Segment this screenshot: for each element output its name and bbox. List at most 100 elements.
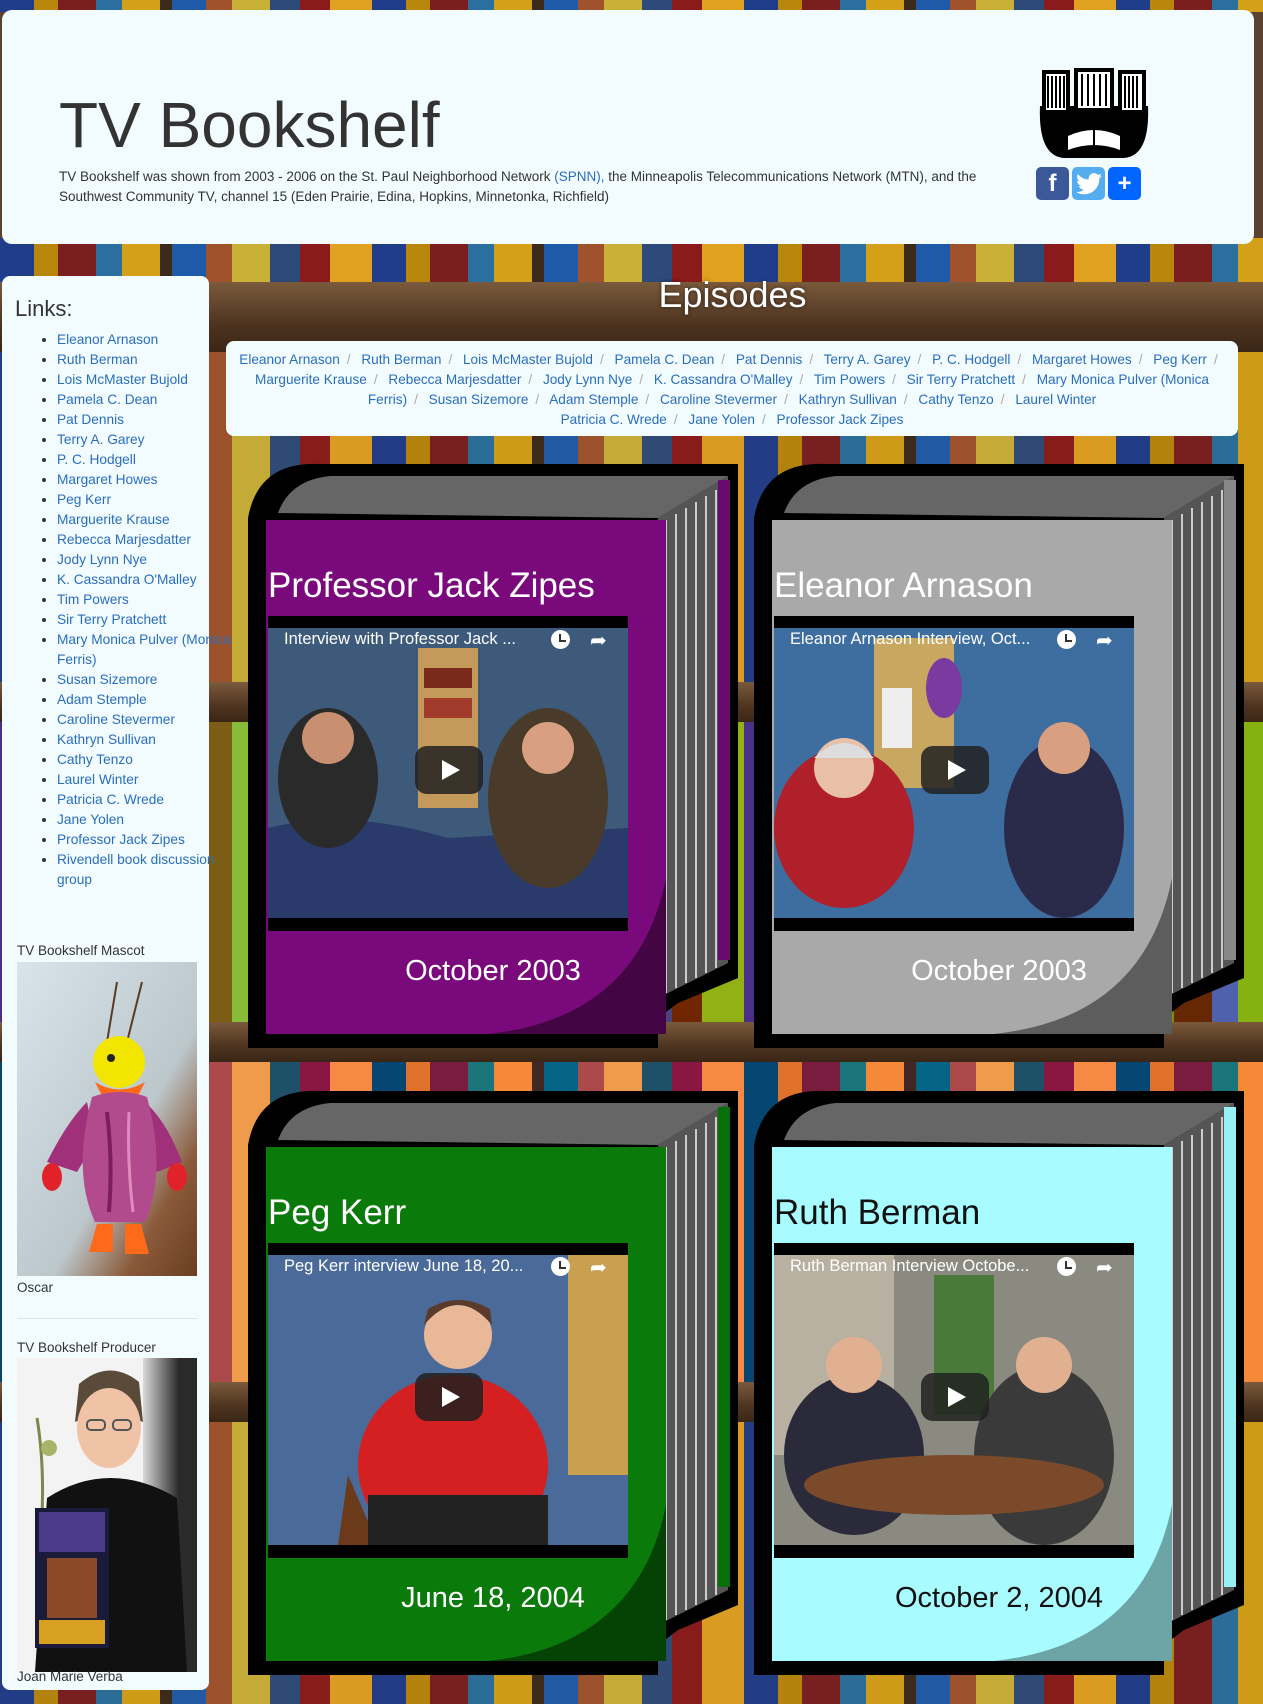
- breadcrumb-link[interactable]: Sir Terry Pratchett: [907, 372, 1016, 387]
- breadcrumb-link[interactable]: Laurel Winter: [1015, 392, 1096, 407]
- episode-guest-name: Eleanor Arnason: [774, 566, 1033, 605]
- sidebar-item: Jane Yolen: [57, 810, 247, 830]
- producer-caption: Joan Marie Verba: [17, 1669, 123, 1684]
- sidebar-link[interactable]: Eleanor Arnason: [57, 332, 158, 347]
- sidebar-link[interactable]: Marguerite Krause: [57, 512, 170, 527]
- sidebar-item: Jody Lynn Nye: [57, 550, 247, 570]
- sidebar-item: Patricia C. Wrede: [57, 790, 247, 810]
- breadcrumb-separator: /: [903, 392, 908, 407]
- share-icon[interactable]: ➦: [590, 628, 607, 653]
- breadcrumb-link[interactable]: Eleanor Arnason: [239, 352, 340, 367]
- video-player[interactable]: Eleanor Arnason Interview, Oct... ➦: [774, 616, 1134, 931]
- sidebar-link[interactable]: K. Cassandra O'Malley: [57, 572, 197, 587]
- mascot-heading: TV Bookshelf Mascot: [17, 943, 145, 958]
- video-title[interactable]: Interview with Professor Jack ...: [284, 630, 534, 649]
- facebook-icon[interactable]: f: [1036, 167, 1069, 200]
- sidebar-link[interactable]: Kathryn Sullivan: [57, 732, 156, 747]
- sidebar-link[interactable]: Jody Lynn Nye: [57, 552, 147, 567]
- video-title[interactable]: Eleanor Arnason Interview, Oct...: [790, 630, 1040, 649]
- breadcrumb-link[interactable]: Susan Sizemore: [429, 392, 529, 407]
- sidebar-link[interactable]: Tim Powers: [57, 592, 129, 607]
- sidebar-item: Marguerite Krause: [57, 510, 247, 530]
- breadcrumb-separator: /: [414, 392, 418, 407]
- add-share-icon[interactable]: +: [1108, 167, 1141, 200]
- sidebar-link[interactable]: Lois McMaster Bujold: [57, 372, 188, 387]
- sidebar-link[interactable]: P. C. Hodgell: [57, 452, 136, 467]
- sidebar-link[interactable]: Pamela C. Dean: [57, 392, 157, 407]
- breadcrumb-link[interactable]: Pat Dennis: [736, 352, 803, 367]
- sidebar-link[interactable]: Laurel Winter: [57, 772, 138, 787]
- sidebar-link[interactable]: Adam Stemple: [57, 692, 147, 707]
- breadcrumb-separator: /: [721, 352, 726, 367]
- breadcrumb-link[interactable]: P. C. Hodgell: [932, 352, 1010, 367]
- play-button[interactable]: [921, 1373, 989, 1421]
- breadcrumb-link[interactable]: Margaret Howes: [1032, 352, 1132, 367]
- sidebar-link[interactable]: Peg Kerr: [57, 492, 111, 507]
- spnn-link[interactable]: (SPNN),: [554, 169, 604, 184]
- watch-later-icon[interactable]: [1057, 630, 1076, 649]
- share-icon[interactable]: ➦: [590, 1255, 607, 1280]
- sidebar-link[interactable]: Jane Yolen: [57, 812, 124, 827]
- sidebar-link[interactable]: Professor Jack Zipes: [57, 832, 185, 847]
- breadcrumb-link[interactable]: Cathy Tenzo: [918, 392, 993, 407]
- mascot-photo: [17, 962, 197, 1276]
- breadcrumb-link[interactable]: Adam Stemple: [549, 392, 638, 407]
- watch-later-icon[interactable]: [551, 1257, 570, 1276]
- breadcrumb-link[interactable]: Tim Powers: [814, 372, 885, 387]
- play-button[interactable]: [415, 746, 483, 794]
- breadcrumb-link[interactable]: Lois McMaster Bujold: [463, 352, 593, 367]
- producer-heading: TV Bookshelf Producer: [17, 1340, 156, 1355]
- breadcrumb-link[interactable]: Jody Lynn Nye: [543, 372, 632, 387]
- video-player[interactable]: Ruth Berman Interview Octobe... ➦: [774, 1243, 1134, 1558]
- sidebar-link[interactable]: Ruth Berman: [57, 352, 138, 367]
- breadcrumb-link[interactable]: Patricia C. Wrede: [561, 412, 667, 427]
- sidebar-link[interactable]: Sir Terry Pratchett: [57, 612, 166, 627]
- breadcrumb-link[interactable]: Terry A. Garey: [824, 352, 911, 367]
- watch-later-icon[interactable]: [551, 630, 570, 649]
- share-icon[interactable]: ➦: [1096, 1255, 1113, 1280]
- site-title: TV Bookshelf: [59, 89, 440, 161]
- breadcrumb-separator: /: [448, 352, 453, 367]
- watch-later-icon[interactable]: [1057, 1257, 1076, 1276]
- sidebar-link[interactable]: Susan Sizemore: [57, 672, 157, 687]
- sidebar-link[interactable]: Mary Monica Pulver (Monica Ferris): [57, 632, 230, 667]
- sidebar-item: Mary Monica Pulver (Monica Ferris): [57, 630, 247, 670]
- breadcrumb-link[interactable]: Jane Yolen: [688, 412, 755, 427]
- sidebar-item: Rivendell book discussion group: [57, 850, 247, 890]
- video-player[interactable]: Peg Kerr interview June 18, 20... ➦: [268, 1243, 628, 1558]
- breadcrumb-link[interactable]: Professor Jack Zipes: [777, 412, 904, 427]
- breadcrumb-link[interactable]: Ruth Berman: [361, 352, 441, 367]
- play-button[interactable]: [415, 1373, 483, 1421]
- breadcrumb-link[interactable]: Pamela C. Dean: [615, 352, 715, 367]
- episode-date: October 2003: [911, 955, 1087, 987]
- sidebar-link[interactable]: Terry A. Garey: [57, 432, 144, 447]
- breadcrumb-link[interactable]: K. Cassandra O'Malley: [654, 372, 793, 387]
- share-icon[interactable]: ➦: [1096, 628, 1113, 653]
- breadcrumb-link[interactable]: Rebecca Marjesdatter: [388, 372, 521, 387]
- video-player[interactable]: Interview with Professor Jack ... ➦: [268, 616, 628, 931]
- breadcrumb-link[interactable]: Marguerite Krause: [255, 372, 367, 387]
- breadcrumb-link[interactable]: Kathryn Sullivan: [799, 392, 897, 407]
- episodes-heading: Episodes: [658, 274, 807, 315]
- breadcrumb-link[interactable]: Caroline Stevermer: [660, 392, 777, 407]
- sidebar-link[interactable]: Caroline Stevermer: [57, 712, 175, 727]
- breadcrumb-separator: /: [892, 372, 896, 387]
- sidebar-link[interactable]: Cathy Tenzo: [57, 752, 133, 767]
- play-button[interactable]: [921, 746, 989, 794]
- episode-card: Peg Kerr Peg Kerr interview June 18, 20.…: [238, 1085, 748, 1677]
- sidebar-link[interactable]: Patricia C. Wrede: [57, 792, 164, 807]
- sidebar-link[interactable]: Pat Dennis: [57, 412, 124, 427]
- sidebar-item: Cathy Tenzo: [57, 750, 247, 770]
- sidebar-item: Tim Powers: [57, 590, 247, 610]
- breadcrumb-link[interactable]: Peg Kerr: [1153, 352, 1207, 367]
- sidebar-item: Rebecca Marjesdatter: [57, 530, 247, 550]
- twitter-icon[interactable]: [1072, 167, 1105, 200]
- breadcrumb-separator: /: [917, 352, 922, 367]
- sidebar-link[interactable]: Rebecca Marjesdatter: [57, 532, 191, 547]
- video-title[interactable]: Ruth Berman Interview Octobe...: [790, 1257, 1040, 1276]
- sidebar-item: Peg Kerr: [57, 490, 247, 510]
- sidebar-link-list: Eleanor Arnason Ruth Berman Lois McMaste…: [16, 330, 247, 890]
- sidebar-link[interactable]: Margaret Howes: [57, 472, 157, 487]
- video-title[interactable]: Peg Kerr interview June 18, 20...: [284, 1257, 534, 1276]
- sidebar-link[interactable]: Rivendell book discussion group: [57, 852, 215, 887]
